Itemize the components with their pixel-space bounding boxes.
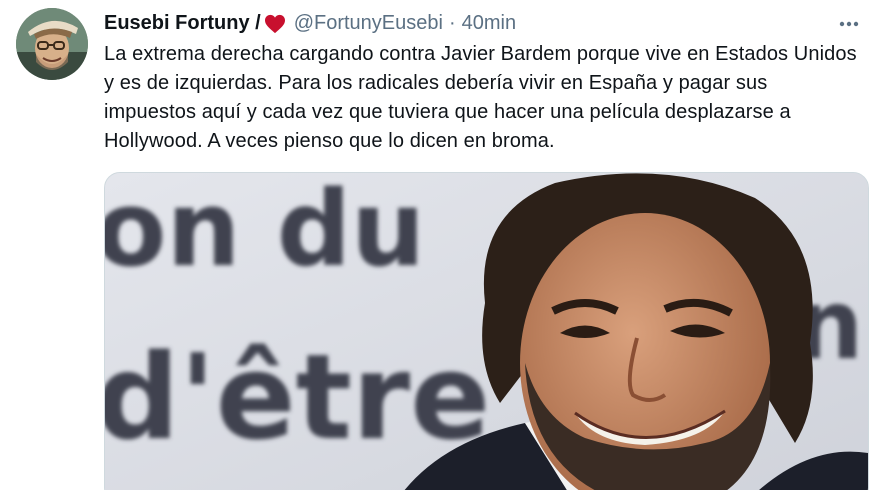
avatar[interactable]: [16, 8, 88, 80]
background-text-line2: d'être: [105, 328, 490, 466]
background-text-line1: on du: [105, 173, 425, 290]
display-name[interactable]: Eusebi Fortuny /: [104, 8, 261, 38]
tweet-text: La extrema derecha cargando contra Javie…: [104, 43, 857, 152]
tweet-header: Eusebi Fortuny / @FortunyEusebi · 40min: [104, 8, 815, 38]
heart-icon: [264, 13, 286, 34]
separator-dot: ·: [448, 12, 456, 34]
user-handle[interactable]: @FortunyEusebi: [294, 8, 443, 38]
timestamp[interactable]: 40min: [462, 8, 516, 38]
tweet[interactable]: Eusebi Fortuny / @FortunyEusebi · 40min …: [0, 0, 875, 490]
avatar-illustration: [16, 8, 88, 80]
more-options-button[interactable]: [835, 10, 863, 38]
more-icon: [839, 21, 859, 27]
photo-image: on du d'être n: [105, 173, 868, 490]
tweet-media-photo[interactable]: on du d'être n: [104, 172, 869, 490]
